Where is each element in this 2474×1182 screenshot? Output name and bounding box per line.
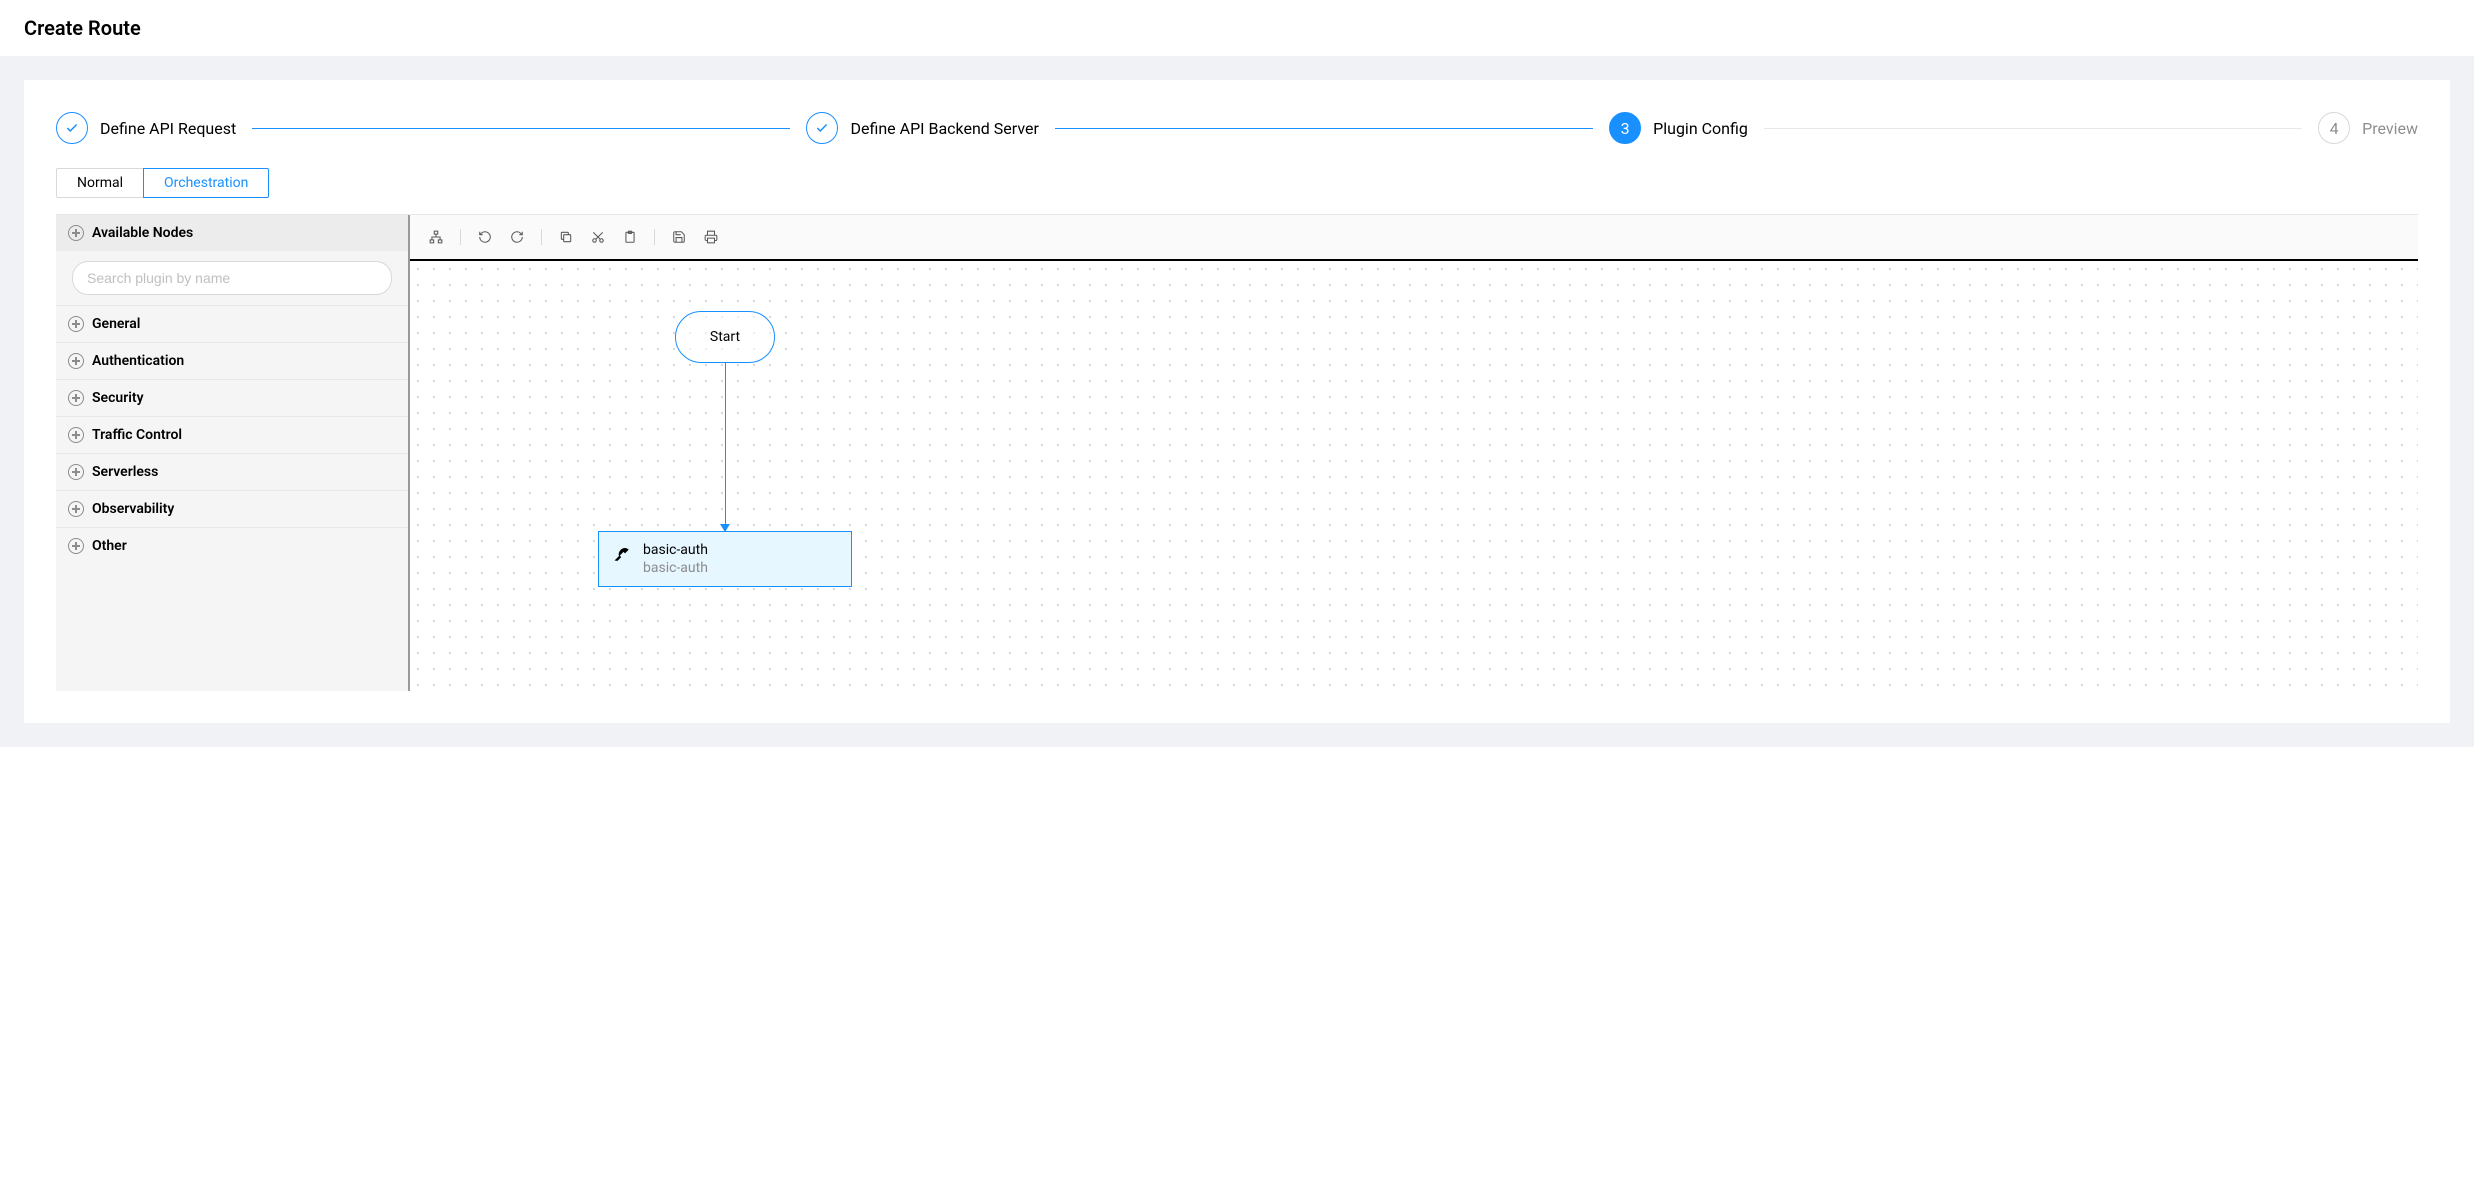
step-plugin-config[interactable]: 3 Plugin Config	[1609, 112, 1748, 144]
plus-circle-icon	[68, 501, 84, 517]
flow-edge[interactable]	[724, 363, 726, 531]
plus-circle-icon	[68, 538, 84, 554]
plugin-node-subtitle: basic-auth	[643, 560, 708, 576]
plus-circle-icon	[68, 353, 84, 369]
search-wrap	[56, 251, 408, 305]
canvas-area: Start basic-auth basic-auth	[410, 215, 2418, 691]
step-connector	[1764, 128, 2302, 129]
category-label: Authentication	[92, 353, 184, 369]
undo-icon[interactable]	[471, 223, 499, 251]
step-label: Define API Backend Server	[850, 119, 1038, 138]
step-label: Preview	[2362, 119, 2418, 138]
content-card: Define API Request Define API Backend Se…	[24, 80, 2450, 723]
category-label: Serverless	[92, 464, 158, 480]
canvas-toolbar	[410, 215, 2418, 261]
check-icon	[806, 112, 838, 144]
category-observability[interactable]: Observability	[56, 490, 408, 527]
category-label: Traffic Control	[92, 427, 182, 443]
step-label: Plugin Config	[1653, 119, 1748, 138]
category-other[interactable]: Other	[56, 527, 408, 564]
step-connector	[252, 128, 790, 129]
toolbar-separator	[654, 229, 655, 245]
content-background: Define API Request Define API Backend Se…	[0, 56, 2474, 747]
toolbar-separator	[460, 229, 461, 245]
hierarchy-icon[interactable]	[422, 223, 450, 251]
toolbar-separator	[541, 229, 542, 245]
page-header: Create Route	[0, 0, 2474, 56]
category-label: Other	[92, 538, 127, 554]
copy-icon[interactable]	[552, 223, 580, 251]
category-general[interactable]: General	[56, 305, 408, 342]
step-number-icon: 4	[2318, 112, 2350, 144]
plugin-node-title: basic-auth	[643, 542, 708, 558]
plus-circle-icon	[68, 427, 84, 443]
category-traffic-control[interactable]: Traffic Control	[56, 416, 408, 453]
search-input[interactable]	[72, 261, 392, 295]
step-define-api-request[interactable]: Define API Request	[56, 112, 236, 144]
step-number-icon: 3	[1609, 112, 1641, 144]
category-label: Security	[92, 390, 144, 406]
step-define-backend-server[interactable]: Define API Backend Server	[806, 112, 1038, 144]
category-authentication[interactable]: Authentication	[56, 342, 408, 379]
plugin-icon	[613, 544, 631, 562]
start-node[interactable]: Start	[675, 311, 775, 363]
sidebar-header-available-nodes[interactable]: Available Nodes	[56, 215, 408, 251]
tab-orchestration[interactable]: Orchestration	[143, 168, 269, 198]
paste-icon[interactable]	[616, 223, 644, 251]
step-connector	[1055, 128, 1593, 129]
edge-line	[725, 363, 726, 531]
plus-circle-icon	[68, 225, 84, 241]
step-preview[interactable]: 4 Preview	[2318, 112, 2418, 144]
plus-circle-icon	[68, 390, 84, 406]
editor-container: Available Nodes General Authentication S…	[56, 214, 2418, 691]
category-serverless[interactable]: Serverless	[56, 453, 408, 490]
steps-nav: Define API Request Define API Backend Se…	[56, 112, 2418, 144]
start-node-label: Start	[710, 329, 740, 345]
plus-circle-icon	[68, 316, 84, 332]
category-security[interactable]: Security	[56, 379, 408, 416]
step-label: Define API Request	[100, 119, 236, 138]
plus-circle-icon	[68, 464, 84, 480]
tab-normal[interactable]: Normal	[56, 168, 144, 198]
sidebar-header-label: Available Nodes	[92, 225, 193, 241]
category-label: Observability	[92, 501, 174, 517]
check-icon	[56, 112, 88, 144]
plugin-node-text: basic-auth basic-auth	[643, 542, 708, 576]
plugin-node-basic-auth[interactable]: basic-auth basic-auth	[598, 531, 852, 587]
mode-tabs: Normal Orchestration	[56, 168, 269, 198]
category-label: General	[92, 316, 140, 332]
save-icon[interactable]	[665, 223, 693, 251]
flow-canvas[interactable]: Start basic-auth basic-auth	[410, 261, 2418, 691]
page-title: Create Route	[24, 16, 2450, 40]
cut-icon[interactable]	[584, 223, 612, 251]
print-icon[interactable]	[697, 223, 725, 251]
redo-icon[interactable]	[503, 223, 531, 251]
nodes-sidebar: Available Nodes General Authentication S…	[56, 215, 410, 691]
